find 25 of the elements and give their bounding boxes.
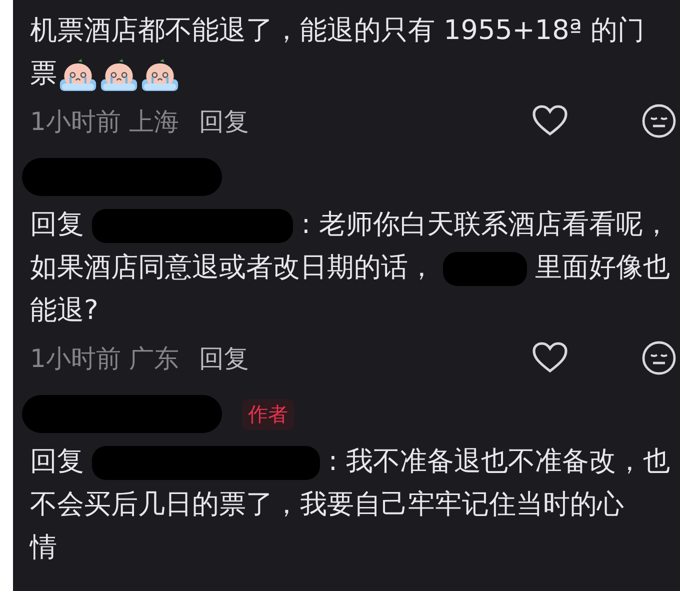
comment-time: 1小时前: [30, 342, 121, 374]
comment-text: : 老师你白天联系酒店看看呢，: [301, 209, 670, 242]
comment-text: 情: [30, 532, 57, 565]
comment-text: 机票酒店都不能退了，能退的只有 1955+18ª 的门: [30, 15, 645, 48]
comment-text: 回复: [30, 209, 84, 242]
crying-emoji-icon: [140, 58, 180, 92]
comment-text: 不会买后几日的票了，我要自己牢牢记住当时的心: [30, 489, 624, 522]
heart-icon[interactable]: [532, 342, 568, 374]
comment-time: 1小时前: [30, 106, 121, 138]
neutral-face-icon[interactable]: [642, 104, 676, 138]
comment-location: 上海: [128, 106, 179, 138]
crying-emoji-icon: [99, 58, 139, 92]
comment-text: 里面好像也: [535, 252, 670, 285]
author-badge: 作者: [242, 398, 294, 430]
reply-button[interactable]: 回复: [198, 342, 249, 374]
heart-icon[interactable]: [532, 105, 568, 137]
reply-button[interactable]: 回复: [198, 104, 249, 138]
comment-text: : 我不准备退也不准备改，也: [328, 446, 670, 479]
comment-text: 能退?: [30, 295, 98, 328]
crying-emoji-icon: [58, 58, 98, 92]
neutral-face-icon[interactable]: [642, 341, 676, 375]
comment-text: 票: [30, 58, 57, 91]
comment-text: 回复: [30, 446, 84, 479]
comment-location: 广东: [128, 342, 179, 374]
comment-text: 如果酒店同意退或者改日期的话，: [30, 252, 435, 285]
